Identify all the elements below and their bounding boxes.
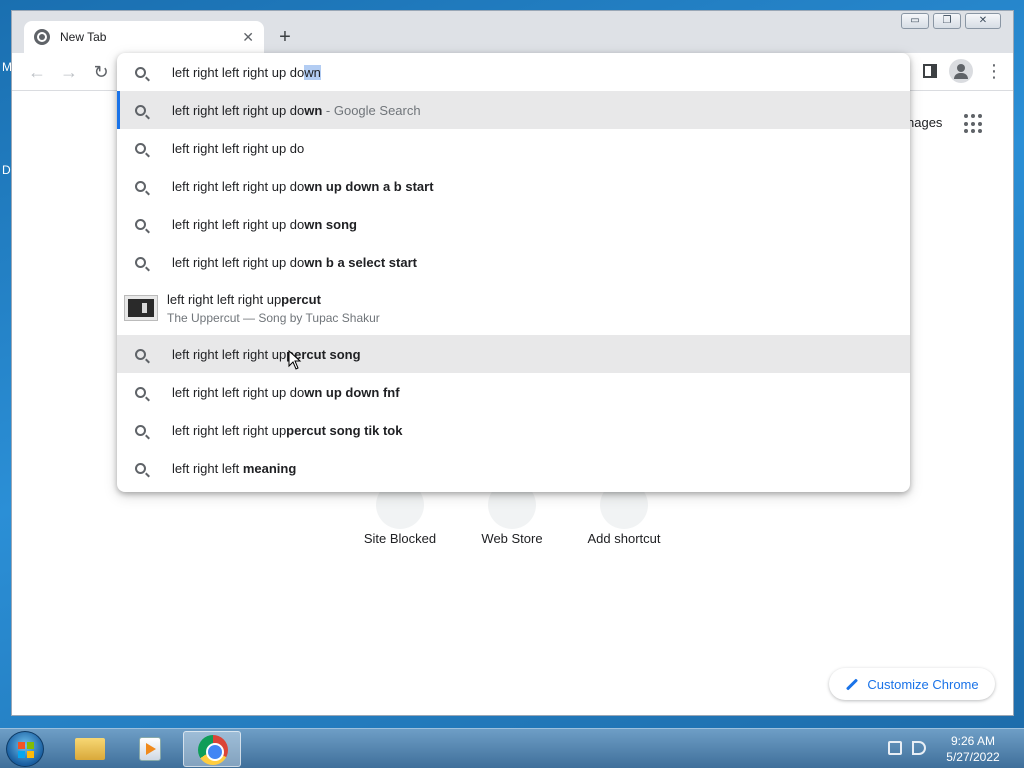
taskbar-media-player[interactable] bbox=[120, 731, 178, 767]
suggestion-text: left right left right up down up down a … bbox=[172, 178, 434, 194]
tab-close-icon[interactable]: ✕ bbox=[242, 29, 254, 46]
close-window-button[interactable]: ✕ bbox=[965, 13, 1001, 29]
suggestion-text: left right left right up down up down fn… bbox=[172, 384, 400, 400]
search-icon bbox=[135, 256, 146, 268]
search-icon bbox=[135, 424, 146, 436]
omnibox-dropdown: left right left right up down left right… bbox=[117, 53, 910, 492]
reload-button[interactable]: ↻ bbox=[88, 59, 114, 85]
suggestion-text: left right left right up do bbox=[172, 140, 305, 156]
suggestion-item[interactable]: left right left meaning bbox=[117, 449, 910, 487]
suggestion-text: left right left right uppercut song bbox=[172, 346, 361, 362]
omnibox-typed-text: left right left right up do bbox=[172, 64, 305, 80]
network-icon[interactable] bbox=[888, 741, 902, 755]
taskbar-chrome[interactable] bbox=[183, 731, 241, 767]
search-icon bbox=[135, 218, 146, 230]
window-controls: ▭ ❐ ✕ bbox=[901, 13, 1001, 29]
suggestion-text: left right left right up down - Google S… bbox=[172, 102, 421, 118]
restore-button[interactable]: ❐ bbox=[933, 13, 961, 29]
chrome-menu-icon[interactable]: ⋮ bbox=[985, 62, 1003, 80]
search-icon bbox=[135, 348, 146, 360]
suggestion-item[interactable]: left right left right up down song bbox=[117, 205, 910, 243]
clock-date: 5/27/2022 bbox=[946, 750, 1000, 764]
chrome-icon bbox=[34, 29, 50, 45]
suggestion-text: left right left right up down b a select… bbox=[172, 254, 417, 270]
clock-time: 9:26 AM bbox=[950, 734, 996, 748]
taskbar: 9:26 AM 5/27/2022 bbox=[0, 728, 1024, 768]
search-icon bbox=[135, 142, 146, 154]
tab-new-tab[interactable]: New Tab ✕ bbox=[24, 21, 264, 53]
windows-logo-icon bbox=[18, 742, 34, 758]
suggestion-item-song[interactable]: left right left right uppercut The Upper… bbox=[117, 281, 910, 335]
suggestion-item[interactable]: left right left right up down up down a … bbox=[117, 167, 910, 205]
suggestion-item[interactable]: left right left right uppercut song tik … bbox=[117, 411, 910, 449]
volume-icon[interactable] bbox=[912, 741, 926, 755]
shortcut-label: Add shortcut bbox=[587, 531, 661, 546]
suggestion-item[interactable]: left right left right uppercut song bbox=[117, 335, 910, 373]
shortcut-label: Site Blocked bbox=[363, 531, 437, 546]
shortcut-label: Web Store bbox=[481, 531, 543, 546]
customize-chrome-button[interactable]: Customize Chrome bbox=[829, 668, 995, 700]
toolbar-right-group: ⋮ bbox=[923, 59, 1003, 83]
suggestion-text: left right left right uppercut song tik … bbox=[172, 422, 403, 438]
suggestion-item[interactable]: left right left right up down b a select… bbox=[117, 243, 910, 281]
customize-chrome-label: Customize Chrome bbox=[867, 676, 979, 692]
media-player-icon bbox=[139, 737, 161, 761]
pencil-icon bbox=[846, 677, 859, 691]
folder-icon bbox=[75, 738, 105, 760]
chrome-window: New Tab ✕ + ▭ ❐ ✕ ← → ↻ ⋮ nages Site Blo… bbox=[11, 10, 1014, 716]
back-button[interactable]: ← bbox=[24, 59, 50, 85]
google-apps-icon[interactable] bbox=[964, 114, 984, 134]
start-button[interactable] bbox=[6, 731, 44, 767]
profile-avatar-icon[interactable] bbox=[949, 59, 973, 83]
search-icon bbox=[135, 180, 146, 192]
suggestion-text: left right left right up down song bbox=[172, 216, 357, 232]
omnibox-autocomplete-text: wn bbox=[304, 64, 321, 80]
taskbar-explorer[interactable] bbox=[60, 731, 118, 767]
search-icon bbox=[135, 462, 146, 474]
search-icon bbox=[135, 66, 146, 78]
images-link[interactable]: nages bbox=[907, 115, 942, 130]
chrome-icon bbox=[198, 735, 228, 765]
taskbar-clock[interactable]: 9:26 AM 5/27/2022 bbox=[940, 733, 1006, 765]
system-tray bbox=[888, 741, 926, 755]
album-thumbnail bbox=[125, 296, 157, 320]
suggestion-text: left right left meaning bbox=[172, 460, 297, 476]
search-icon bbox=[135, 386, 146, 398]
suggestion-item[interactable]: left right left right up do bbox=[117, 129, 910, 167]
tab-title: New Tab bbox=[60, 30, 107, 44]
suggestion-subtitle: The Uppercut — Song by Tupac Shakur bbox=[167, 310, 380, 325]
omnibox-text[interactable]: left right left right up down bbox=[172, 64, 321, 80]
desktop-icon-fragment: D bbox=[2, 163, 11, 177]
search-icon bbox=[135, 104, 146, 116]
omnibox-input[interactable]: left right left right up down bbox=[117, 53, 910, 91]
suggestion-item[interactable]: left right left right up down up down fn… bbox=[117, 373, 910, 411]
forward-button[interactable]: → bbox=[56, 59, 82, 85]
new-tab-button[interactable]: + bbox=[272, 25, 298, 51]
minimize-button[interactable]: ▭ bbox=[901, 13, 929, 29]
side-panel-icon[interactable] bbox=[923, 64, 937, 78]
suggestion-text: left right left right uppercut The Upper… bbox=[167, 291, 380, 325]
title-bar: New Tab ✕ + ▭ ❐ ✕ bbox=[12, 11, 1013, 53]
suggestion-item[interactable]: left right left right up down - Google S… bbox=[117, 91, 910, 129]
